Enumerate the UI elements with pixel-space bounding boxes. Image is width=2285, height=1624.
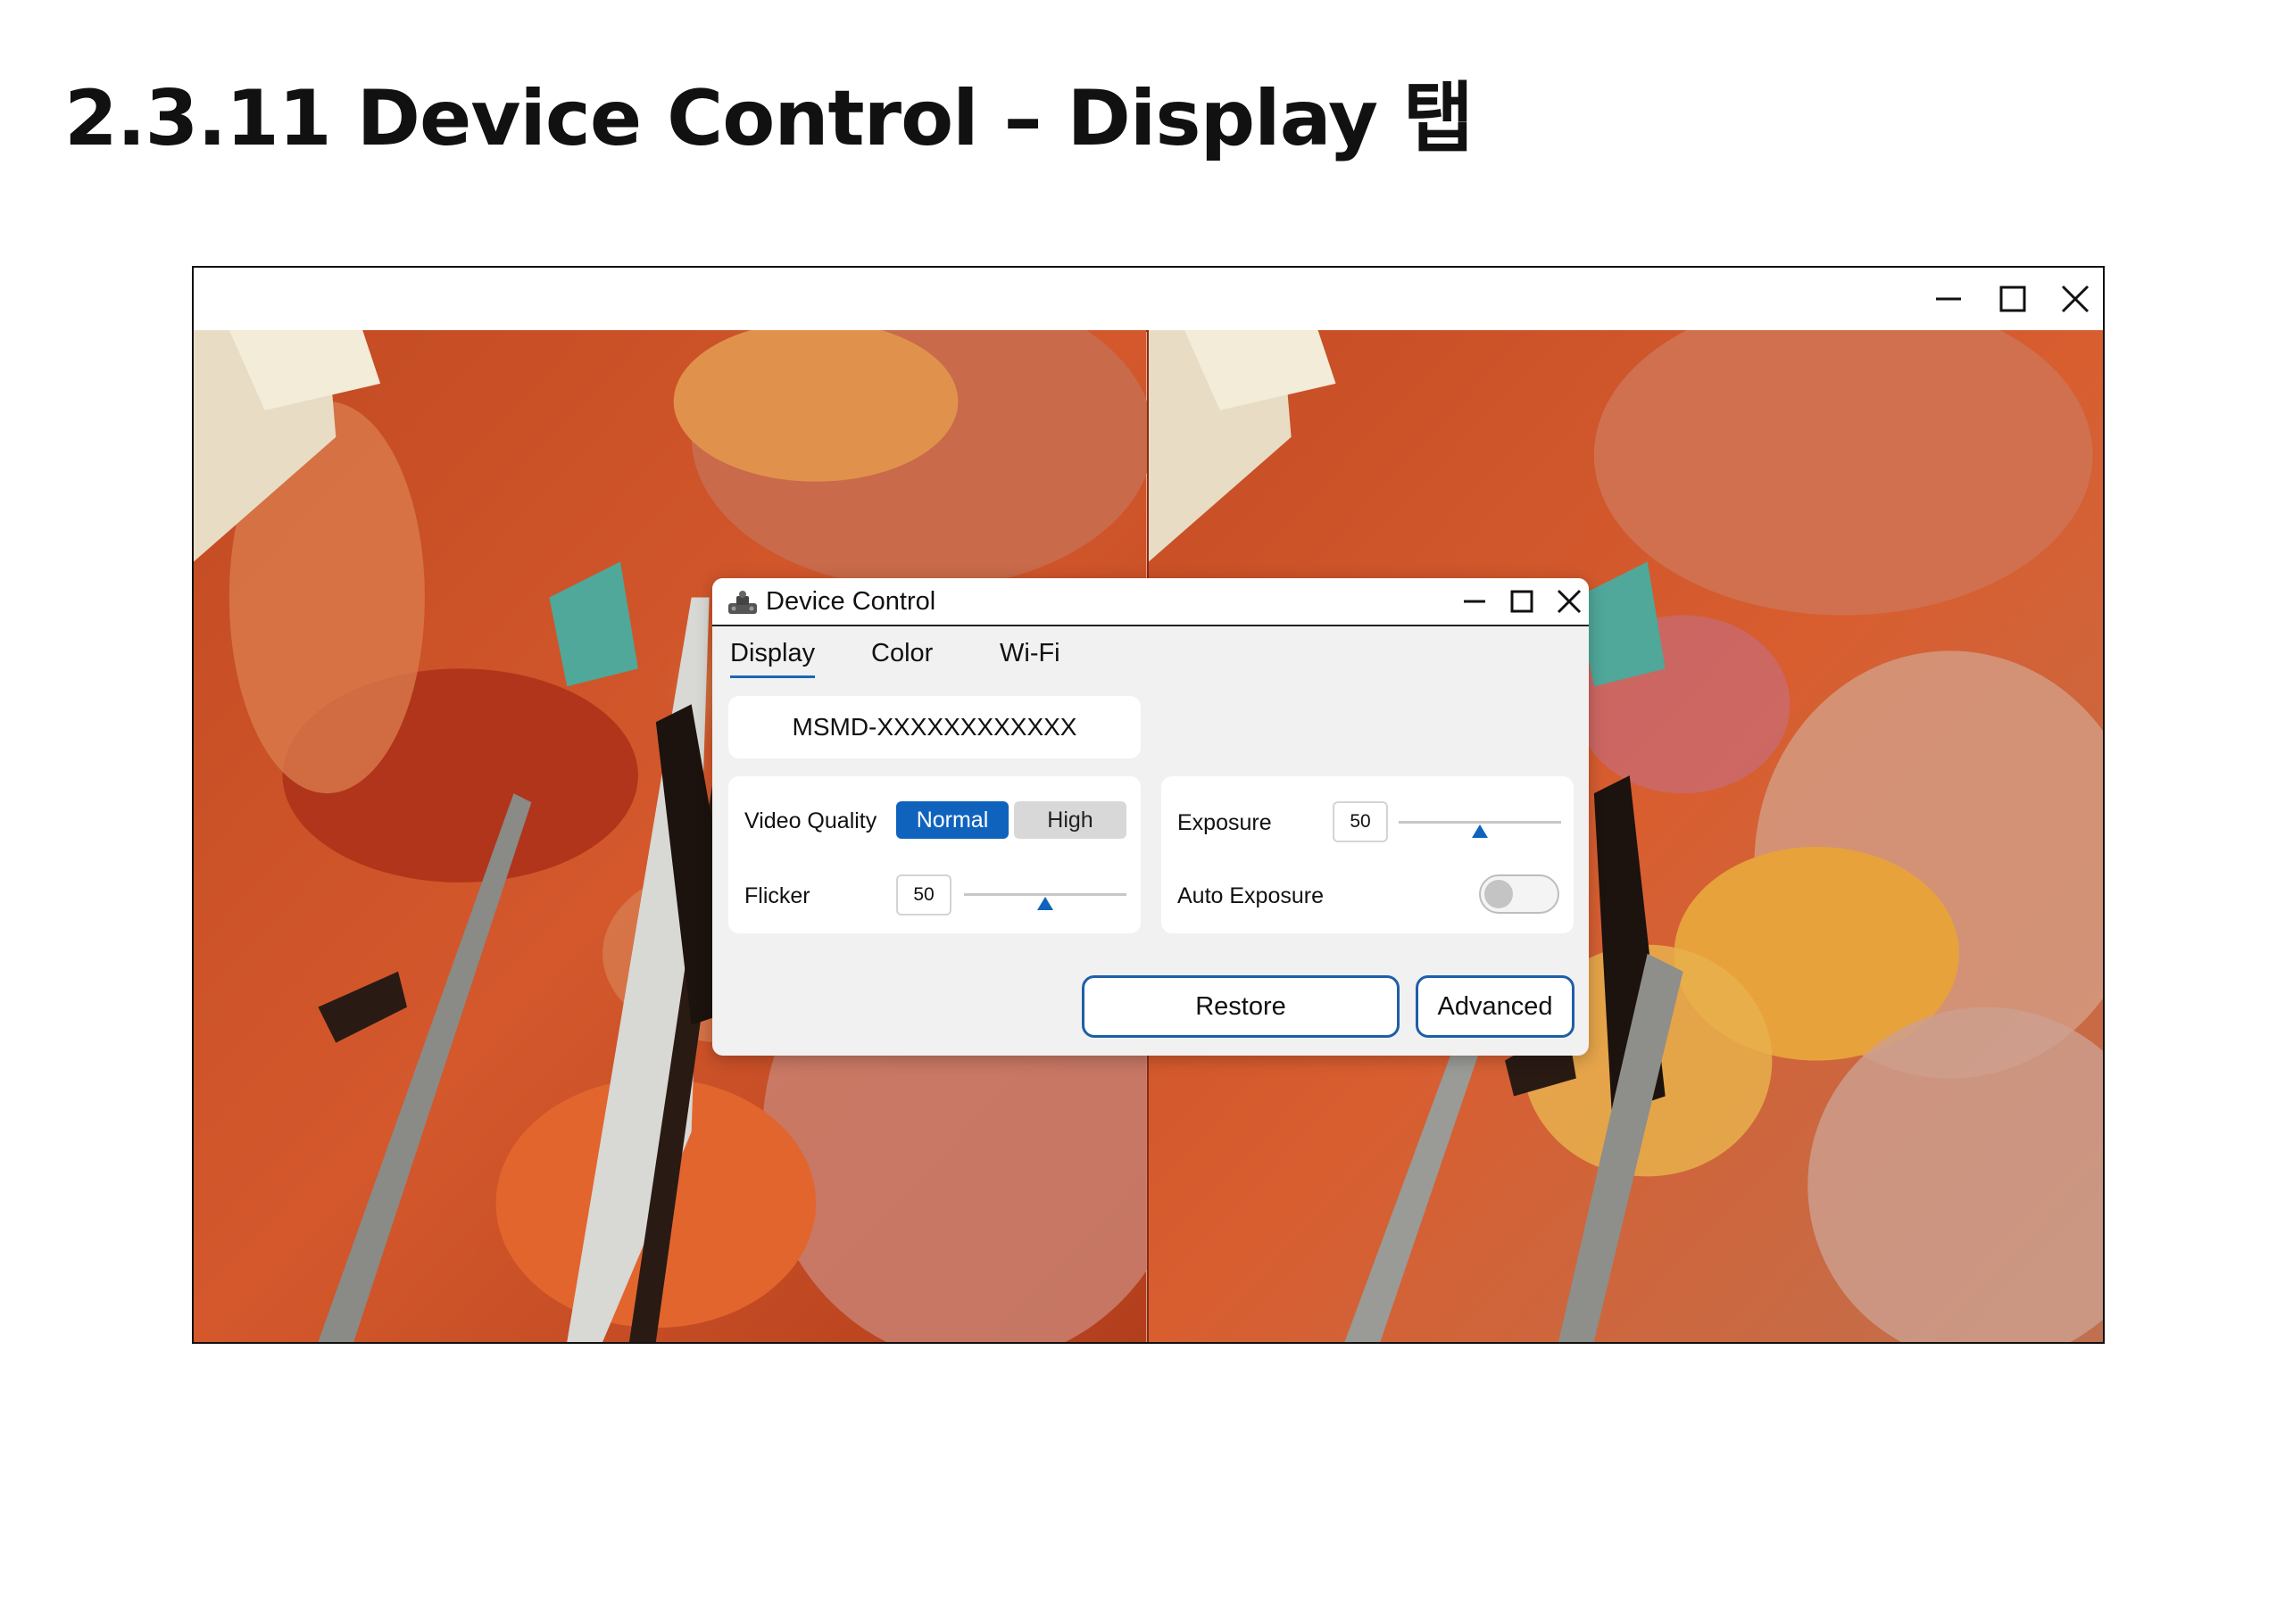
tab-display[interactable]: Display bbox=[730, 639, 816, 678]
video-settings-panel: Video Quality Normal High Flicker 50 bbox=[728, 776, 1141, 933]
device-control-dialog: Device Control Display Color Wi-Fi MSMD-… bbox=[712, 578, 1589, 1056]
maximize-button[interactable] bbox=[1990, 277, 2035, 321]
device-icon bbox=[728, 591, 757, 614]
exposure-slider-thumb[interactable] bbox=[1472, 824, 1488, 838]
exposure-slider[interactable] bbox=[1399, 821, 1561, 838]
exposure-label: Exposure bbox=[1177, 810, 1272, 835]
auto-exposure-toggle[interactable] bbox=[1479, 874, 1559, 914]
exposure-value[interactable]: 50 bbox=[1333, 801, 1388, 842]
tab-wifi[interactable]: Wi-Fi bbox=[1000, 639, 1060, 675]
video-quality-label: Video Quality bbox=[744, 808, 877, 833]
maximize-icon bbox=[1999, 286, 2026, 312]
tab-color[interactable]: Color bbox=[871, 639, 933, 675]
minimize-button[interactable] bbox=[1926, 277, 1971, 321]
auto-exposure-label: Auto Exposure bbox=[1177, 883, 1324, 908]
restore-button[interactable]: Restore bbox=[1082, 975, 1400, 1038]
minimize-icon bbox=[1464, 600, 1485, 603]
page-title: 2.3.11 Device Control – Display 탭 bbox=[64, 74, 1474, 163]
maximize-icon bbox=[1510, 590, 1533, 613]
exposure-settings-panel: Exposure 50 Auto Exposure bbox=[1161, 776, 1574, 933]
flicker-label: Flicker bbox=[744, 883, 810, 908]
flicker-value[interactable]: 50 bbox=[896, 874, 951, 916]
auto-exposure-toggle-knob bbox=[1484, 880, 1513, 908]
dialog-maximize-button[interactable] bbox=[1506, 585, 1538, 617]
close-button[interactable] bbox=[2053, 277, 2098, 321]
dialog-titlebar: Device Control bbox=[712, 578, 1589, 626]
minimize-icon bbox=[1936, 297, 1961, 301]
close-icon bbox=[2061, 285, 2090, 313]
advanced-button[interactable]: Advanced bbox=[1416, 975, 1575, 1038]
flicker-slider-thumb[interactable] bbox=[1037, 897, 1053, 910]
flicker-slider[interactable] bbox=[964, 893, 1126, 910]
video-quality-normal-button[interactable]: Normal bbox=[896, 801, 1009, 839]
dialog-close-button[interactable] bbox=[1553, 585, 1585, 617]
dialog-title: Device Control bbox=[766, 587, 936, 616]
dialog-minimize-button[interactable] bbox=[1458, 585, 1491, 617]
close-icon bbox=[1557, 589, 1582, 614]
video-quality-high-button[interactable]: High bbox=[1014, 801, 1126, 839]
device-id: MSMD-XXXXXXXXXXXX bbox=[728, 696, 1141, 758]
main-titlebar bbox=[194, 268, 2103, 332]
